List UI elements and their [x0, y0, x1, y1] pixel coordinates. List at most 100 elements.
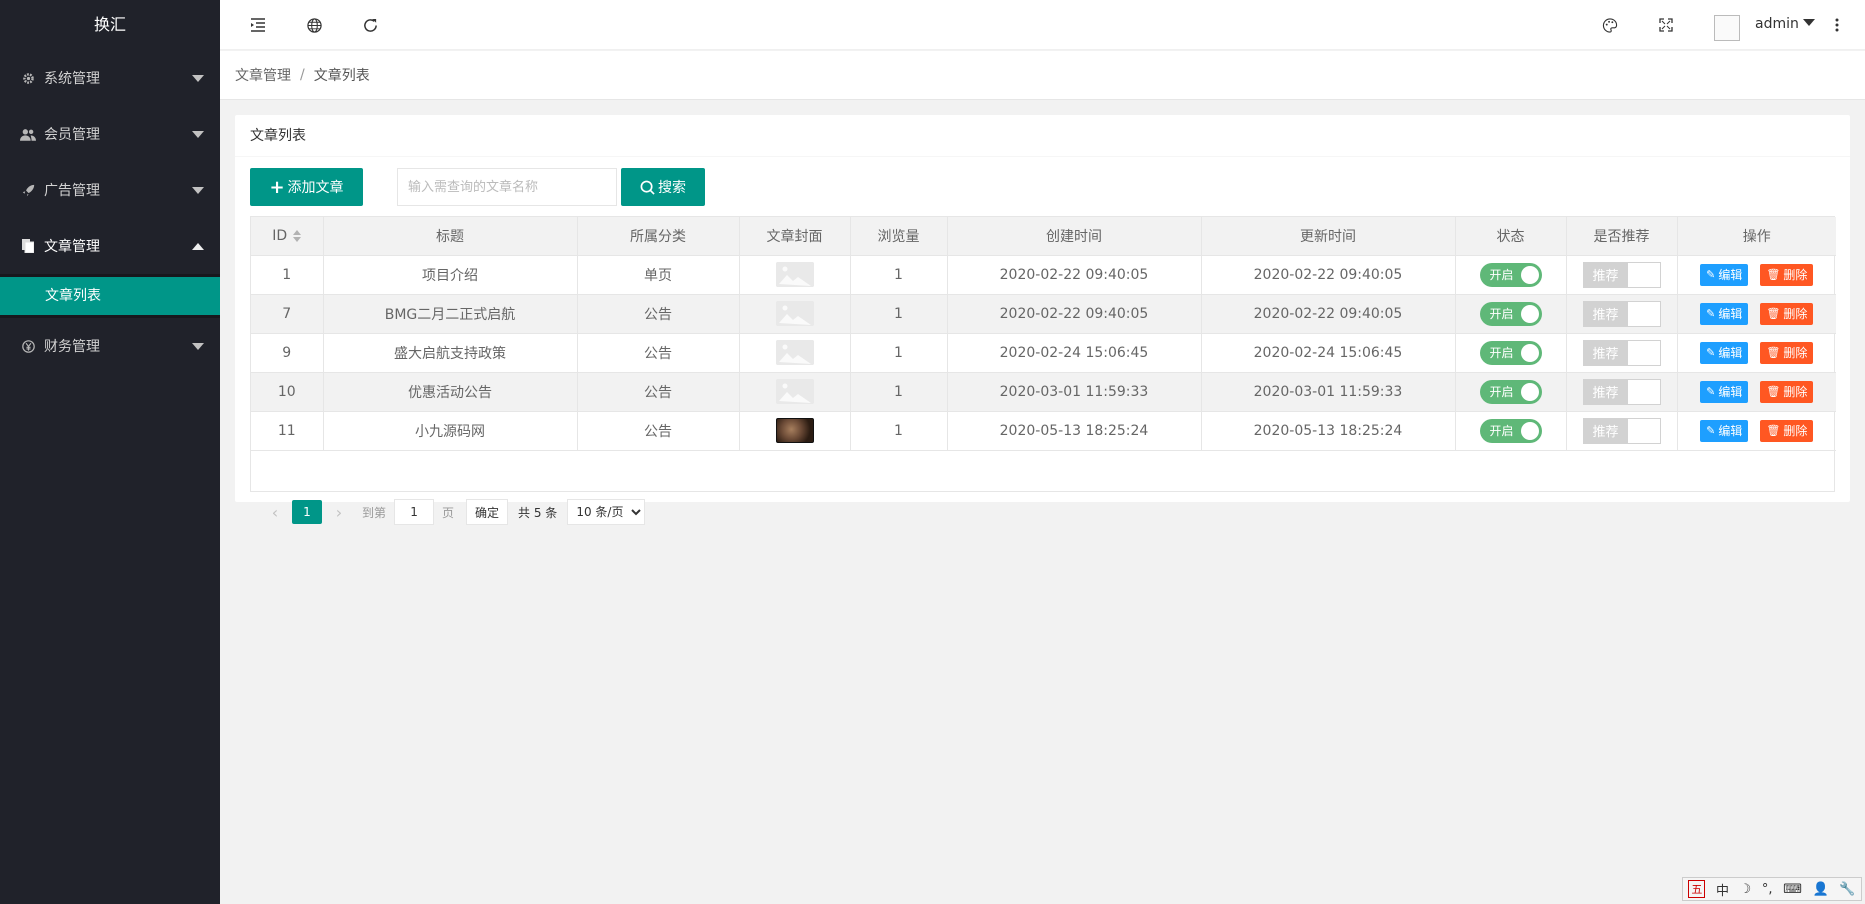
goto-confirm-button[interactable]: 确定	[466, 499, 509, 525]
status-switch[interactable]: 开启	[1479, 418, 1542, 443]
user-name: admin	[1755, 16, 1799, 32]
add-article-button[interactable]: + 添加文章	[250, 168, 363, 206]
rocket-icon	[20, 182, 36, 198]
cover-image[interactable]	[775, 301, 814, 326]
search-input[interactable]	[397, 168, 617, 206]
recommend-switch-label: 推荐	[1583, 340, 1628, 365]
sidebar-item-members[interactable]: 会员管理	[0, 106, 220, 162]
pencil-icon: ✎	[1706, 268, 1716, 281]
cell-id: 9	[251, 333, 324, 373]
search-button[interactable]: 搜索	[621, 168, 705, 206]
sidebar-item-system[interactable]: 系统管理	[0, 50, 220, 106]
status-switch[interactable]: 开启	[1479, 262, 1542, 287]
globe-icon[interactable]	[304, 15, 324, 35]
palette-icon[interactable]	[1600, 15, 1620, 35]
cell-created: 2020-03-01 11:59:33	[947, 372, 1202, 412]
column-header-created: 创建时间	[947, 217, 1202, 256]
avatar[interactable]	[1714, 15, 1740, 41]
cell-created: 2020-02-22 09:40:05	[947, 255, 1202, 295]
cell-created: 2020-02-24 15:06:45	[947, 333, 1202, 373]
cell-id: 11	[251, 411, 324, 451]
cell-cover	[739, 294, 851, 334]
sidebar-item-finance[interactable]: 财务管理	[0, 318, 220, 374]
status-switch-label: 开启	[1489, 268, 1514, 282]
recommend-switch[interactable]: 推荐	[1582, 261, 1661, 288]
sort-icon[interactable]	[293, 229, 302, 242]
cover-image[interactable]	[775, 262, 814, 287]
cover-image[interactable]	[775, 379, 814, 404]
cover-image[interactable]	[775, 418, 814, 443]
user-menu[interactable]: admin	[1755, 16, 1815, 32]
status-switch[interactable]: 开启	[1479, 340, 1542, 365]
sidebar-item-label: 财务管理	[44, 339, 100, 355]
ime-moon-icon[interactable]: ☽	[1740, 882, 1752, 897]
ime-user-icon[interactable]: 👤	[1813, 882, 1829, 897]
cell-views: 1	[850, 333, 948, 373]
status-switch[interactable]: 开启	[1479, 301, 1542, 326]
edit-button[interactable]: ✎ 编辑	[1700, 263, 1749, 286]
search-icon	[640, 180, 655, 195]
breadcrumb-item-articles[interactable]: 文章管理	[235, 65, 291, 85]
delete-button[interactable]: 🗑 删除	[1760, 341, 1814, 364]
trash-icon: 🗑	[1766, 268, 1781, 281]
status-switch[interactable]: 开启	[1479, 379, 1542, 404]
ime-toolbar: 五 中 ☽ °, ⌨ 👤 🔧	[1682, 877, 1862, 901]
table-row: 10 优惠活动公告 公告 1 2020-03-01 11:59:33 2020-03-01…	[251, 372, 1836, 412]
cell-updated: 2020-05-13 18:25:24	[1201, 411, 1456, 451]
column-header-status: 状态	[1455, 217, 1567, 256]
cell-actions: ✎ 编辑 🗑 删除	[1677, 333, 1836, 373]
delete-label: 删除	[1783, 424, 1808, 438]
edit-button[interactable]: ✎ 编辑	[1700, 302, 1749, 325]
users-icon	[20, 126, 36, 142]
sidebar-item-ads[interactable]: 广告管理	[0, 162, 220, 218]
column-header-id[interactable]: ID	[251, 217, 324, 256]
cell-recommend: 推荐	[1566, 411, 1678, 451]
delete-button[interactable]: 🗑 删除	[1760, 380, 1814, 403]
edit-label: 编辑	[1718, 424, 1743, 438]
recommend-switch[interactable]: 推荐	[1582, 417, 1661, 444]
chevron-down-icon	[192, 131, 204, 138]
ime-wubi-icon[interactable]: 五	[1688, 880, 1706, 898]
ime-chinese-icon[interactable]: 中	[1716, 880, 1729, 899]
page-size-select[interactable]: 10 条/页	[567, 499, 646, 525]
table-row: 1 项目介绍 单页 1 2020-02-22 09:40:05 2020-02-22 09…	[251, 255, 1836, 295]
recommend-switch[interactable]: 推荐	[1582, 300, 1661, 327]
ime-punct-icon[interactable]: °,	[1762, 882, 1773, 897]
next-page-icon[interactable]: ›	[324, 503, 354, 522]
cell-category: 公告	[577, 372, 740, 412]
column-header-recommend: 是否推荐	[1566, 217, 1678, 256]
sidebar-item-articles[interactable]: 文章管理	[0, 218, 220, 274]
cell-id: 1	[251, 255, 324, 295]
cover-image[interactable]	[775, 340, 814, 365]
edit-button[interactable]: ✎ 编辑	[1700, 380, 1749, 403]
cell-actions: ✎ 编辑 🗑 删除	[1677, 294, 1836, 334]
cell-cover	[739, 411, 851, 451]
page-current[interactable]: 1	[292, 500, 322, 524]
recommend-switch-label: 推荐	[1583, 379, 1628, 404]
ime-settings-icon[interactable]: 🔧	[1839, 882, 1855, 897]
recommend-switch[interactable]: 推荐	[1582, 378, 1661, 405]
column-header-updated: 更新时间	[1201, 217, 1456, 256]
refresh-icon[interactable]	[360, 15, 380, 35]
delete-button[interactable]: 🗑 删除	[1760, 419, 1814, 442]
edit-button[interactable]: ✎ 编辑	[1700, 341, 1749, 364]
cell-created: 2020-02-22 09:40:05	[947, 294, 1202, 334]
goto-page-input[interactable]	[394, 499, 435, 525]
delete-button[interactable]: 🗑 删除	[1760, 263, 1814, 286]
sidebar-item-label: 文章管理	[44, 239, 100, 255]
delete-button[interactable]: 🗑 删除	[1760, 302, 1814, 325]
pencil-icon: ✎	[1706, 424, 1716, 437]
sidebar: 换汇 系统管理 会员管理 广告管理 文章管理 文章列表 财务管理	[0, 0, 220, 904]
ime-keyboard-icon[interactable]: ⌨	[1783, 882, 1802, 897]
menu-fold-icon[interactable]	[248, 15, 268, 35]
more-icon[interactable]	[1827, 15, 1847, 35]
fullscreen-icon[interactable]	[1656, 15, 1676, 35]
switch-knob	[1520, 382, 1539, 401]
cell-title: 优惠活动公告	[323, 372, 578, 412]
cell-status: 开启	[1455, 255, 1567, 295]
recommend-switch[interactable]: 推荐	[1582, 339, 1661, 366]
edit-button[interactable]: ✎ 编辑	[1700, 419, 1749, 442]
prev-page-icon[interactable]: ‹	[260, 503, 290, 522]
cell-category: 公告	[577, 333, 740, 373]
sidebar-item-article-list[interactable]: 文章列表	[0, 277, 220, 315]
